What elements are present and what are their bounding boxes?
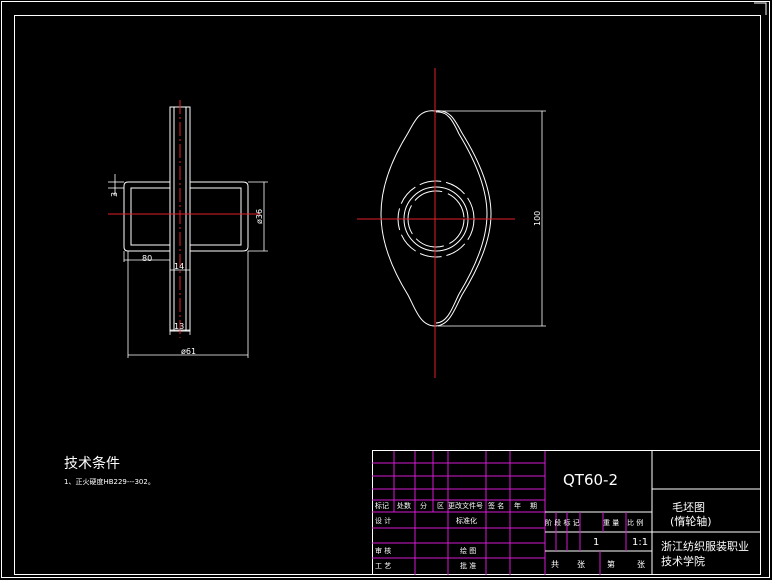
- end-view: [380, 110, 492, 327]
- label-scale: 比 例: [627, 518, 643, 527]
- dim-13-label: 13: [174, 322, 184, 331]
- label-date: 期: [530, 502, 537, 510]
- label-change-doc: 更改文件号: [448, 501, 483, 510]
- label-region: 区: [437, 502, 444, 510]
- label-zone: 分: [420, 501, 427, 510]
- label-sheet-unit: 张: [637, 560, 645, 569]
- school-name-1: 浙江纺织服装职业: [661, 539, 749, 553]
- scale-value: 1:1: [632, 537, 648, 548]
- label-stage-mark: 阶 段 标 记: [545, 518, 580, 527]
- quantity-value: 1: [593, 537, 599, 548]
- label-craft: 工 艺: [375, 562, 391, 570]
- label-mark: 标记: [375, 501, 389, 510]
- cad-drawing-canvas: 3 ø36 80 14 13 ø61 100 技术条件 1、正火硬度HB229-…: [1, 1, 770, 578]
- dim-phi36-label: ø36: [255, 209, 264, 224]
- school-name-2: 技术学院: [661, 554, 705, 568]
- section-dimensions: [108, 174, 268, 358]
- drawing-name-1: 毛坯图: [672, 501, 705, 514]
- frame-corner-mark: [754, 2, 767, 15]
- label-sheet-no: 第: [607, 559, 615, 569]
- label-sign: 签 名: [488, 501, 504, 510]
- label-approve: 批 准: [460, 561, 476, 570]
- dim-100-label: 100: [533, 211, 542, 226]
- inner-frame: [14, 15, 761, 575]
- label-sheets: 张: [577, 560, 585, 569]
- notes-line-1: 1、正火硬度HB229---302。: [64, 477, 155, 486]
- label-review: 审 核: [375, 546, 391, 555]
- label-count: 处数: [397, 501, 411, 510]
- label-standardize: 标准化: [456, 516, 477, 525]
- dim-phi61-label: ø61: [181, 347, 196, 356]
- outer-frame: [1, 1, 770, 578]
- label-total: 共: [551, 560, 559, 569]
- label-weight: 重 量: [603, 519, 619, 527]
- section-view: [123, 106, 249, 332]
- label-year: 年: [514, 501, 521, 510]
- notes-heading: 技术条件: [64, 455, 120, 472]
- dim-80-label: 80: [142, 254, 152, 263]
- label-drawing-check: 绘 图: [460, 546, 476, 555]
- drawing-number: QT60-2: [563, 471, 618, 489]
- dim-14-label: 14: [174, 262, 184, 271]
- drawing-name-2: (惰轮轴): [670, 514, 712, 528]
- dim-3-label: 3: [110, 192, 119, 197]
- label-design: 设 计: [375, 516, 391, 525]
